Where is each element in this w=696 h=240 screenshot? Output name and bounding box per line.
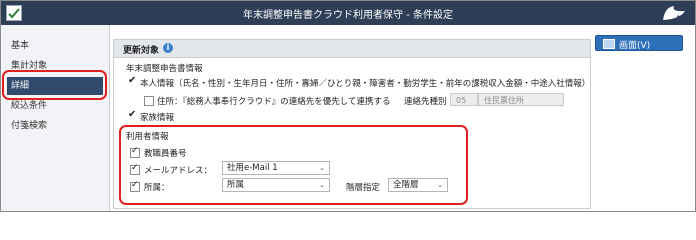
screen-icon bbox=[603, 39, 615, 49]
contact-type-name-field: 住民票住所 bbox=[478, 93, 564, 106]
section-title: 更新対象 bbox=[123, 46, 160, 56]
sidebar-item-sticky-search[interactable]: 付箋検索 bbox=[7, 117, 103, 135]
title-bar: 年末調整申告書クラウド利用者保守 - 条件設定 AI bbox=[1, 1, 695, 25]
highlight-user-info bbox=[119, 125, 468, 205]
contact-type-label: 連絡先種別 bbox=[404, 97, 447, 107]
dialog-window: 年末調整申告書クラウド利用者保守 - 条件設定 AI 基本 集計対象 詳細 絞込… bbox=[0, 0, 696, 212]
address-priority-checkbox[interactable] bbox=[144, 96, 154, 106]
contact-type-code-field[interactable]: 05 bbox=[450, 93, 478, 106]
checkmark-icon: ✔ bbox=[128, 75, 137, 86]
info-icon[interactable]: i bbox=[163, 43, 173, 53]
brand-logo-icon: AI bbox=[659, 3, 689, 23]
svg-text:AI: AI bbox=[676, 15, 683, 22]
family-info-label: 家族情報 bbox=[140, 113, 175, 123]
section-header: 更新対象 i bbox=[114, 40, 590, 58]
sidebar-item-basic[interactable]: 基本 bbox=[7, 37, 103, 55]
highlight-detail bbox=[2, 70, 107, 100]
view-button[interactable]: 画面(V) bbox=[595, 35, 683, 51]
window-title: 年末調整申告書クラウド利用者保守 - 条件設定 bbox=[243, 10, 453, 21]
group-title-tax-doc: 年末調整申告書情報 bbox=[126, 64, 203, 74]
personal-info-label: 本人情報（氏名・性別・生年月日・住所・寡婦／ひとり親・障害者・勤労学生・前年の課… bbox=[140, 79, 591, 89]
sidebar: 基本 集計対象 詳細 絞込条件 付箋検索 bbox=[1, 25, 110, 211]
view-button-label: 画面(V) bbox=[619, 41, 651, 51]
checkmark-icon: ✔ bbox=[128, 109, 137, 120]
address-priority-label: 住所：『総務人事奉行クラウド』の連絡先を優先して連携する bbox=[157, 97, 391, 107]
